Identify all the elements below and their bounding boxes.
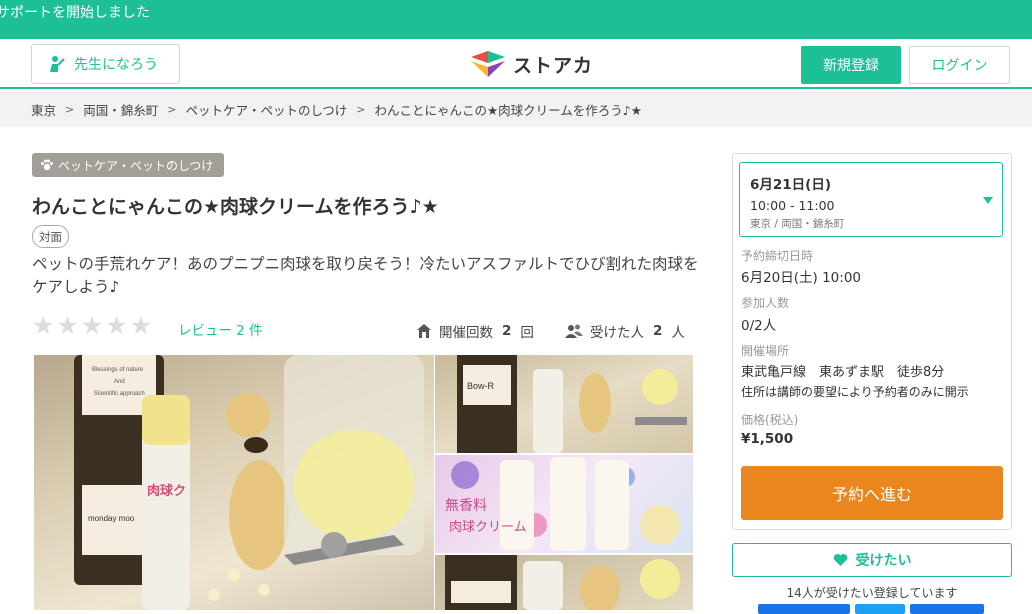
star-icon: ★ <box>56 311 79 340</box>
course-description: ペットの手荒れケア！あのプニプニ肉球を取り戻そう！冷たいアスファルトでひび割れた… <box>32 255 699 296</box>
format-tag: 対面 <box>32 225 69 248</box>
held-unit: 回 <box>520 325 534 341</box>
attended-count: 2 <box>653 323 663 339</box>
side-photo-3-illustration <box>445 555 680 610</box>
notification-banner: サポートを開始しました <box>0 0 1032 39</box>
side-photo-1-label: Bow-R <box>467 381 495 391</box>
signup-button[interactable]: 新規登録 <box>801 46 901 84</box>
bottle-label-line1: Blessings of nature <box>92 367 144 373</box>
site-header: 先生になろう ストアカ 新規登録 ログイン <box>0 39 1032 89</box>
tube-label: 肉球ク <box>147 483 186 499</box>
logo-mark-icon <box>471 51 505 77</box>
want-count-text: 14人が受けたい登録しています <box>786 586 958 600</box>
held-count: 2 <box>502 323 512 339</box>
selected-area: 東京 / 両国・錦糸町 <box>750 218 845 230</box>
main-photo-illustration: Blessings of nature And Scientific appro… <box>74 355 424 610</box>
side-photo-2-label-2: 肉球クリーム <box>449 520 527 535</box>
side-photo-2-label-1: 無香料 <box>445 498 487 514</box>
side-photo-2-illustration: 無香料 肉球クリーム <box>445 457 680 551</box>
selected-time: 10:00 - 11:00 <box>750 198 835 213</box>
price-value: ¥1,500 <box>741 431 794 447</box>
venue-label: 開催場所 <box>741 344 790 358</box>
participants-value: 0/2人 <box>741 318 777 334</box>
login-button[interactable]: ログイン <box>909 46 1010 84</box>
bottle-label-line3: Scientific approach <box>94 391 145 397</box>
star-icon: ★ <box>32 311 55 340</box>
want-to-take-label: 受けたい <box>855 553 912 569</box>
reserve-button[interactable]: 予約へ進む <box>741 466 1003 520</box>
rating-stars: ★ ★ ★ ★ ★ <box>32 311 152 340</box>
heart-icon <box>833 554 847 566</box>
chevron-down-icon <box>983 197 993 204</box>
share-button-twitter[interactable] <box>855 604 905 614</box>
main-photo[interactable]: Blessings of nature And Scientific appro… <box>34 355 434 610</box>
category-badge[interactable]: ペットケア・ペットのしつけ <box>32 153 225 177</box>
attended-label: 受けた人 <box>590 325 644 341</box>
course-title: わんことにゃんこの★肉球クリームを作ろう♪★ <box>32 196 439 218</box>
price-label: 価格(税込) <box>741 413 799 427</box>
breadcrumb: 東京 > 両国・錦糸町 > ペットケア・ペットのしつけ > わんことにゃんこの★… <box>0 91 1032 127</box>
share-button-facebook[interactable] <box>758 604 850 614</box>
banner-text: サポートを開始しました <box>0 5 150 21</box>
side-photo-2[interactable]: 無香料 肉球クリーム <box>435 455 693 553</box>
teacher-icon <box>50 56 65 72</box>
side-photo-3[interactable] <box>435 555 693 610</box>
people-icon <box>565 324 583 338</box>
side-photo-1-illustration: Bow-R <box>457 355 687 453</box>
become-teacher-button[interactable]: 先生になろう <box>31 44 180 84</box>
breadcrumb-item-tokyo[interactable]: 東京 <box>31 100 56 119</box>
breadcrumb-separator: > <box>65 102 75 116</box>
star-icon: ★ <box>129 311 153 340</box>
house-icon <box>417 324 431 338</box>
breadcrumb-separator: > <box>167 102 177 116</box>
star-icon: ★ <box>105 311 128 340</box>
become-teacher-label: 先生になろう <box>74 57 158 73</box>
deadline-value: 6月20日(土) 10:00 <box>741 270 861 286</box>
logo-text: ストアカ <box>513 54 594 77</box>
bottle-label-line2: And <box>114 379 125 385</box>
bottle-brand: monday moo <box>88 514 135 523</box>
breadcrumb-item-current: わんことにゃんこの★肉球クリームを作ろう♪★ <box>374 102 642 118</box>
participants-label: 参加人数 <box>741 296 790 310</box>
breadcrumb-separator: > <box>356 102 366 116</box>
venue-note: 住所は講師の要望により予約者のみに開示 <box>741 385 969 399</box>
breadcrumb-item-area[interactable]: 両国・錦糸町 <box>83 100 158 119</box>
attended-unit: 人 <box>671 325 685 341</box>
share-button-other[interactable] <box>910 604 984 614</box>
star-icon: ★ <box>80 311 104 340</box>
held-count-stat: 開催回数 2 回 <box>416 321 534 341</box>
selected-date: 6月21日(日) <box>750 177 832 193</box>
deadline-label: 予約締切日時 <box>741 249 814 263</box>
want-to-take-button[interactable]: 受けたい <box>732 543 1012 577</box>
breadcrumb-item-category[interactable]: ペットケア・ペットのしつけ <box>185 100 347 119</box>
date-selector[interactable]: 6月21日(日) 10:00 - 11:00 東京 / 両国・錦糸町 <box>739 162 1003 237</box>
attended-count-stat: 受けた人 2 人 <box>565 321 685 341</box>
side-photo-1[interactable]: Bow-R <box>435 355 693 453</box>
paw-icon <box>41 159 53 171</box>
category-label: ペットケア・ペットのしつけ <box>58 158 214 173</box>
site-logo[interactable]: ストアカ <box>469 49 593 79</box>
held-label: 開催回数 <box>439 325 493 341</box>
venue-value: 東武亀戸線 東あずま駅 徒歩8分 <box>741 365 945 380</box>
review-link[interactable]: レビュー 2 件 <box>178 319 263 339</box>
